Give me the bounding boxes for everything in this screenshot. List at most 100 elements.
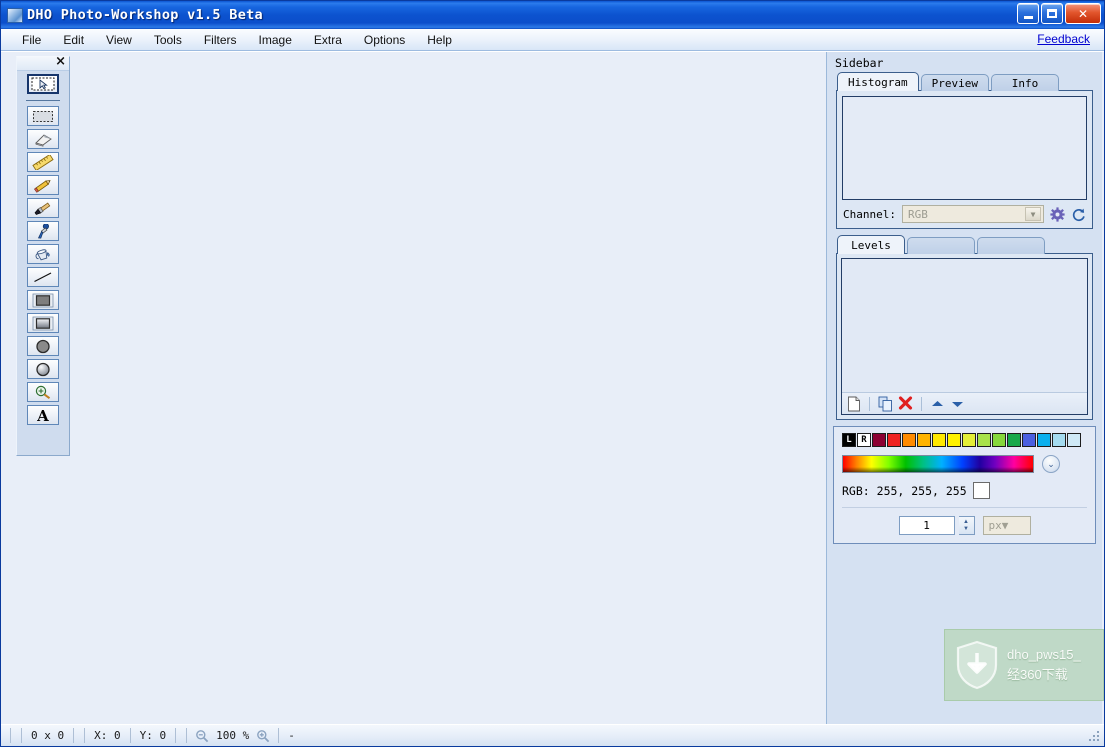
stepper-up-icon: ▲: [963, 518, 969, 525]
menu-item-filters[interactable]: Filters: [193, 31, 248, 49]
text-tool[interactable]: A: [27, 405, 59, 425]
palette-swatch[interactable]: [947, 433, 961, 447]
tab-histogram[interactable]: Histogram: [837, 72, 919, 91]
status-divider: [129, 728, 131, 743]
close-icon: ✕: [1077, 6, 1089, 21]
background-swatch[interactable]: R: [857, 433, 871, 447]
histogram-settings-button[interactable]: [1050, 206, 1065, 222]
status-divider: [84, 728, 86, 743]
histogram-panel-body: Channel: RGB ▼: [836, 90, 1093, 229]
tab-info[interactable]: Info: [990, 74, 1059, 91]
ellipse-tool[interactable]: [27, 336, 59, 356]
menu-item-file[interactable]: File: [11, 31, 52, 49]
histogram-refresh-button[interactable]: [1071, 207, 1086, 222]
resize-grip[interactable]: [1087, 729, 1101, 743]
paint-bucket-tool[interactable]: [27, 244, 59, 264]
maximize-button[interactable]: [1041, 3, 1063, 24]
new-page-icon: [848, 396, 860, 411]
move-down-button[interactable]: [950, 398, 965, 410]
new-layer-button[interactable]: [847, 396, 861, 412]
unit-select[interactable]: px ▼: [982, 516, 1031, 535]
brush-tool[interactable]: [27, 198, 59, 218]
channel-select[interactable]: RGB ▼: [901, 205, 1044, 223]
tab-preview[interactable]: Preview: [920, 74, 989, 91]
palette-swatch[interactable]: [932, 433, 946, 447]
palette-swatch[interactable]: [1007, 433, 1021, 447]
pencil-tool[interactable]: [27, 175, 59, 195]
sidebar-title: Sidebar: [835, 56, 884, 70]
canvas-area[interactable]: [1, 52, 826, 724]
zoom-in-button[interactable]: [256, 729, 270, 743]
eyedropper-tool[interactable]: [27, 221, 59, 241]
duplicate-layer-button[interactable]: [878, 396, 893, 412]
levels-list[interactable]: [841, 258, 1088, 415]
toolbox-title-bar: ×: [17, 55, 69, 71]
line-tool[interactable]: [27, 267, 59, 287]
current-color-swatch[interactable]: [972, 482, 990, 499]
color-panel: L R ⌄ RGB: 255, 255, 255 1 ▲ ▼ px ▼: [833, 426, 1096, 544]
palette-swatch[interactable]: [872, 433, 886, 447]
gradient-ellipse-tool[interactable]: [27, 359, 59, 379]
palette-swatch[interactable]: [1052, 433, 1066, 447]
menu-item-edit[interactable]: Edit: [52, 31, 95, 49]
tab-levels[interactable]: Levels: [837, 235, 905, 254]
window-title: DHO Photo-Workshop v1.5 Beta: [27, 7, 263, 23]
ruler-icon: [32, 154, 54, 170]
workspace: × A Sidebar Histogram Preview Info Chann…: [1, 51, 1104, 724]
close-button[interactable]: ✕: [1065, 3, 1101, 24]
menu-item-extra[interactable]: Extra: [303, 31, 353, 49]
histogram-graph[interactable]: [842, 96, 1087, 200]
menu-item-tools[interactable]: Tools: [143, 31, 193, 49]
pointer-arrow-icon: [31, 77, 55, 91]
rectangular-marquee-icon: [33, 110, 53, 122]
brush-size-stepper[interactable]: ▲ ▼: [958, 516, 975, 535]
status-y-coordinate: Y: 0: [139, 729, 167, 742]
gradient-circle-icon: [36, 362, 50, 376]
toolbar-divider-2: [921, 396, 922, 411]
zoom-tool[interactable]: [27, 382, 59, 402]
rectangle-tool[interactable]: [27, 290, 59, 310]
status-divider: [10, 728, 11, 743]
palette-swatch[interactable]: [1022, 433, 1036, 447]
palette-swatch[interactable]: [992, 433, 1006, 447]
gradient-rect-tool[interactable]: [27, 313, 59, 333]
move-up-button[interactable]: [930, 398, 945, 410]
menu-item-options[interactable]: Options: [353, 31, 416, 49]
eraser-tool[interactable]: [27, 129, 59, 149]
palette-swatch[interactable]: [1037, 433, 1051, 447]
magnifier-plus-icon: [35, 385, 51, 399]
channel-label: Channel:: [843, 207, 896, 221]
sidebar: Sidebar Histogram Preview Info Channel: …: [826, 52, 1102, 724]
palette-swatch[interactable]: [1067, 433, 1081, 447]
magnifier-minus-icon: [196, 729, 209, 742]
duplicate-icon: [878, 396, 892, 411]
toolbar-divider: [869, 396, 870, 411]
menu-item-help[interactable]: Help: [416, 31, 463, 49]
foreground-swatch[interactable]: L: [842, 433, 856, 447]
palette-swatch[interactable]: [917, 433, 931, 447]
move-select-tool[interactable]: [27, 74, 59, 94]
marquee-select-tool[interactable]: [27, 106, 59, 126]
histogram-tabstrip: Histogram Preview Info: [833, 72, 1096, 91]
palette-swatch[interactable]: [962, 433, 976, 447]
toolbox-close-icon[interactable]: ×: [55, 55, 66, 69]
minimize-button[interactable]: [1017, 3, 1039, 24]
measure-tool[interactable]: [27, 152, 59, 172]
menu-item-view[interactable]: View: [95, 31, 143, 49]
delete-layer-button[interactable]: [898, 396, 913, 411]
menu-item-image[interactable]: Image: [248, 31, 303, 49]
feedback-link[interactable]: Feedback: [1037, 32, 1090, 46]
zoom-out-button[interactable]: [195, 729, 209, 743]
histogram-panel: Histogram Preview Info Channel: RGB ▼: [833, 72, 1096, 229]
filled-rectangle-icon: [32, 293, 54, 307]
palette-swatch[interactable]: [977, 433, 991, 447]
status-bar: 0 x 0 X: 0 Y: 0 100 % -: [1, 724, 1104, 746]
hue-gradient-strip[interactable]: [842, 455, 1034, 473]
chevron-double-down-icon[interactable]: ⌄: [1042, 455, 1060, 473]
channel-row: Channel: RGB ▼: [837, 205, 1092, 228]
palette-swatch[interactable]: [902, 433, 916, 447]
brush-size-input[interactable]: 1: [898, 516, 955, 535]
tab-levels-2[interactable]: [907, 237, 975, 254]
palette-swatch[interactable]: [887, 433, 901, 447]
tab-levels-3[interactable]: [977, 237, 1045, 254]
